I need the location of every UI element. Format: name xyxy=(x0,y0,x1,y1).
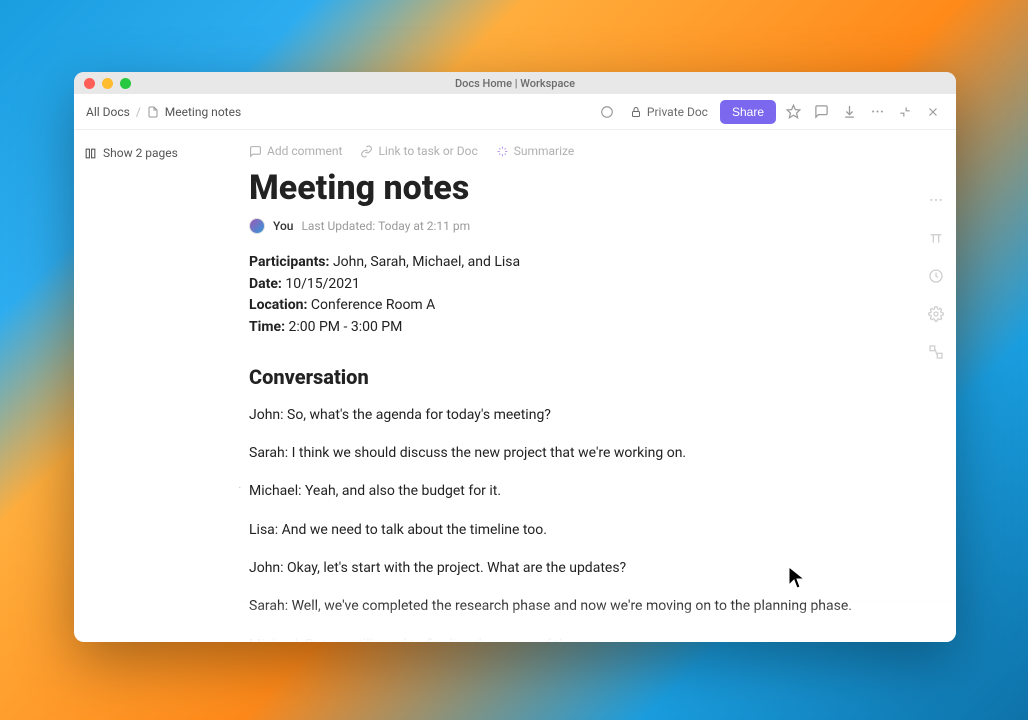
favorite-button[interactable] xyxy=(782,101,804,123)
link-task-action[interactable]: Link to task or Doc xyxy=(360,144,477,158)
rail-relations-icon[interactable] xyxy=(928,344,946,362)
doc-meta: You Last Updated: Today at 2:11 pm xyxy=(249,218,886,234)
pages-icon xyxy=(84,147,97,160)
section-heading[interactable]: Conversation xyxy=(249,365,886,389)
content-area: + Add comment xyxy=(239,130,956,642)
document-scroll[interactable]: + Add comment xyxy=(239,130,956,642)
conversation-line[interactable]: Lisa: And we need to talk about the time… xyxy=(249,520,886,540)
rail-more-icon[interactable] xyxy=(928,192,946,210)
author-name: You xyxy=(273,219,293,233)
conversation-line[interactable]: Michael: Yeah, and also the budget for i… xyxy=(249,481,886,501)
close-button[interactable] xyxy=(922,101,944,123)
breadcrumb-separator: / xyxy=(136,105,141,119)
add-comment-action[interactable]: Add comment xyxy=(249,144,342,158)
summarize-label: Summarize xyxy=(514,144,575,158)
close-window-button[interactable] xyxy=(84,78,95,89)
conversation-line[interactable]: John: So, what's the agenda for today's … xyxy=(249,405,886,425)
rail-text-icon[interactable] xyxy=(928,230,946,248)
breadcrumb-root[interactable]: All Docs xyxy=(86,105,130,119)
rail-activity-icon[interactable] xyxy=(928,268,946,286)
sync-status-icon[interactable] xyxy=(596,101,618,123)
window-titlebar: Docs Home | Workspace xyxy=(74,72,956,94)
collapse-button[interactable] xyxy=(894,101,916,123)
breadcrumb: All Docs / Meeting notes xyxy=(86,105,241,119)
conversation-line[interactable]: Sarah: I think we should discuss the new… xyxy=(249,443,886,463)
left-sidebar: Show 2 pages xyxy=(74,130,239,642)
document-icon xyxy=(147,106,159,118)
privacy-toggle[interactable]: Private Doc xyxy=(624,105,714,119)
app-window: Docs Home | Workspace All Docs / Meeting… xyxy=(74,72,956,642)
rail-settings-icon[interactable] xyxy=(928,306,946,324)
summarize-action[interactable]: Summarize xyxy=(496,144,575,158)
window-title: Docs Home | Workspace xyxy=(74,77,956,90)
conversation-line[interactable]: Michael: But we still need to finalize t… xyxy=(249,635,886,642)
add-block-icon[interactable]: + xyxy=(239,480,241,496)
lock-icon xyxy=(630,106,642,118)
add-comment-label: Add comment xyxy=(267,144,342,158)
show-pages-toggle[interactable]: Show 2 pages xyxy=(84,146,229,160)
desktop-background: Docs Home | Workspace All Docs / Meeting… xyxy=(0,0,1028,720)
conversation-line[interactable]: John: Okay, let's start with the project… xyxy=(249,558,886,578)
link-icon xyxy=(360,145,373,158)
comments-button[interactable] xyxy=(810,101,832,123)
download-button[interactable] xyxy=(838,101,860,123)
minimize-window-button[interactable] xyxy=(102,78,113,89)
right-rail xyxy=(918,130,956,642)
maximize-window-button[interactable] xyxy=(120,78,131,89)
app-toolbar: All Docs / Meeting notes Private Doc Sha… xyxy=(74,94,956,130)
avatar xyxy=(249,218,265,234)
meeting-info[interactable]: Participants: John, Sarah, Michael, and … xyxy=(249,252,886,339)
more-options-button[interactable] xyxy=(866,101,888,123)
link-task-label: Link to task or Doc xyxy=(378,144,477,158)
doc-quick-actions: Add comment Link to task or Doc xyxy=(249,144,886,158)
conversation-line[interactable]: Sarah: Well, we've completed the researc… xyxy=(249,596,886,616)
document-body: Show 2 pages + Add comment xyxy=(74,130,956,642)
privacy-label: Private Doc xyxy=(647,105,708,119)
breadcrumb-current: Meeting notes xyxy=(165,105,241,119)
window-controls xyxy=(84,78,131,89)
sparkle-icon xyxy=(496,145,509,158)
last-updated: Last Updated: Today at 2:11 pm xyxy=(301,219,470,233)
comment-icon xyxy=(249,145,262,158)
share-button[interactable]: Share xyxy=(720,100,776,124)
show-pages-label: Show 2 pages xyxy=(103,146,178,160)
page-title[interactable]: Meeting notes xyxy=(249,168,886,208)
